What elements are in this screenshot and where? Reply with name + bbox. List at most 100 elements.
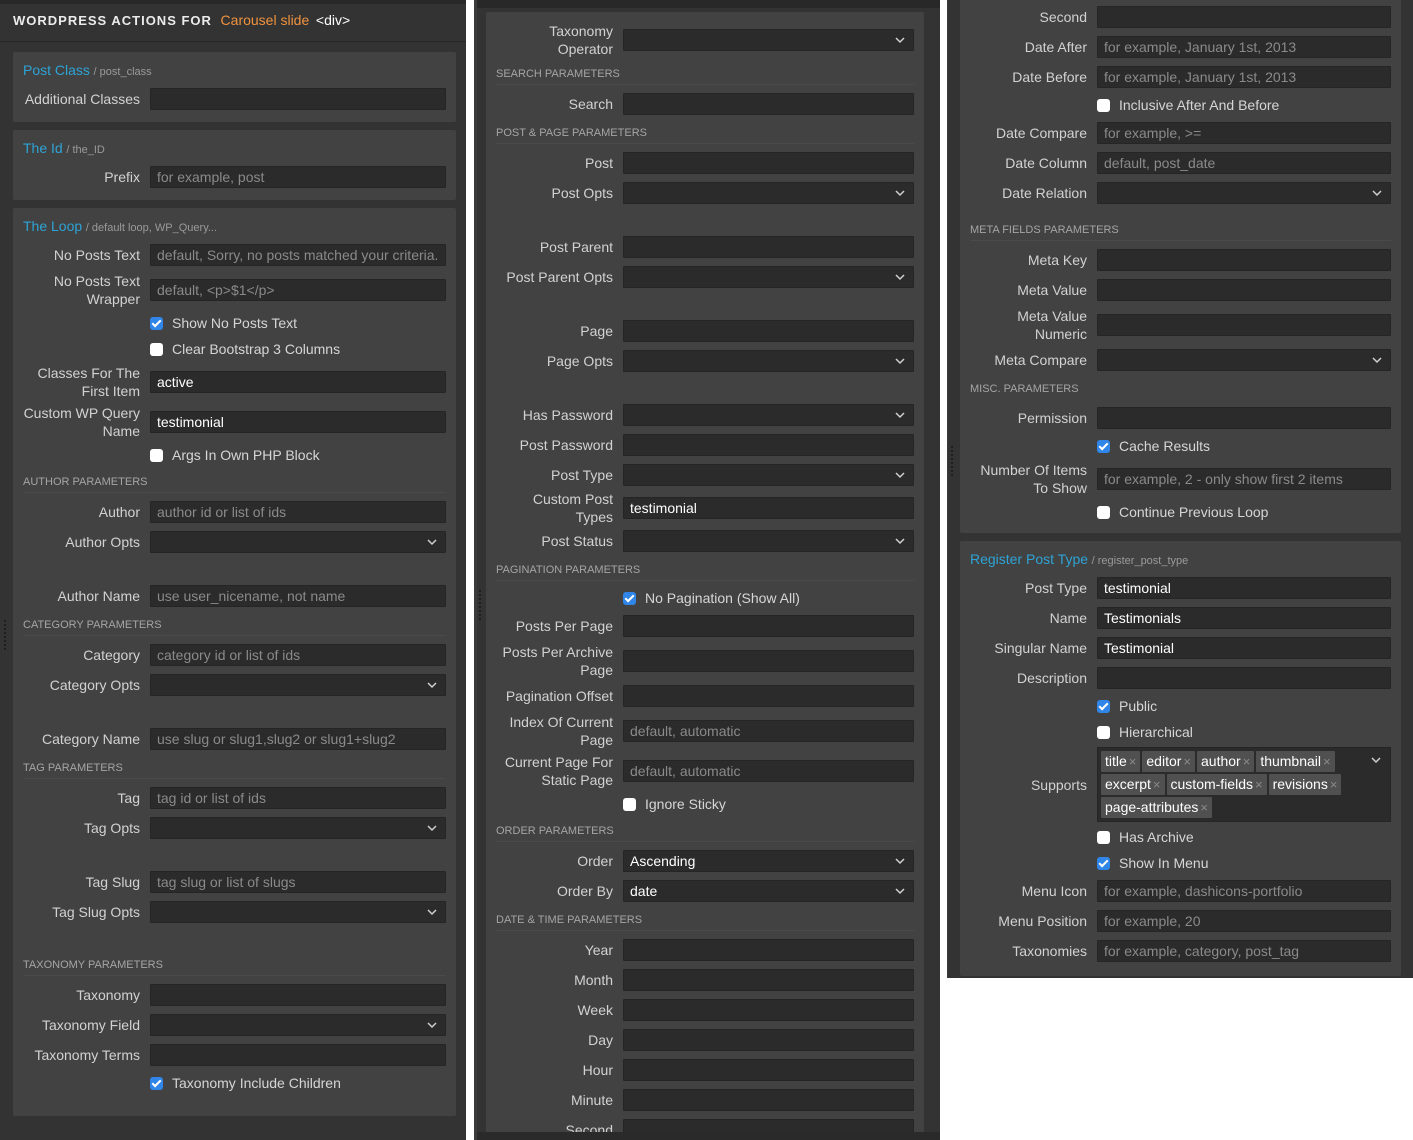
date-after-input[interactable]: for example, January 1st, 2013 (1097, 36, 1391, 58)
resize-handle[interactable] (951, 446, 954, 478)
inclusive-checkbox-row[interactable]: Inclusive After And Before (970, 92, 1391, 118)
order-by-select[interactable]: date (623, 880, 914, 902)
second-input[interactable] (1097, 6, 1391, 28)
permission-input[interactable] (1097, 407, 1391, 429)
continue-loop-checkbox[interactable] (1097, 505, 1110, 519)
week-input[interactable] (623, 999, 914, 1021)
post-opts-select[interactable] (623, 182, 914, 204)
args-own-php-checkbox[interactable] (150, 448, 163, 462)
taxonomy-children-checkbox[interactable] (150, 1076, 163, 1090)
author-name-input[interactable]: use user_nicename, not name (150, 585, 446, 607)
minute-input[interactable] (623, 1089, 914, 1111)
rpt-menu-icon-input[interactable]: for example, dashicons-portfolio (1097, 880, 1391, 902)
cache-results-checkbox-row[interactable]: Cache Results (970, 433, 1391, 459)
remove-tag-icon[interactable]: × (1129, 754, 1137, 769)
category-input[interactable]: category id or list of ids (150, 644, 446, 666)
date-compare-input[interactable]: for example, >= (1097, 122, 1391, 144)
meta-value-numeric-input[interactable] (1097, 314, 1391, 336)
post-input[interactable] (623, 152, 914, 174)
no-posts-wrapper-input[interactable]: default, <p>$1</p> (150, 279, 446, 301)
card-title[interactable]: Register Post Type (970, 551, 1088, 567)
taxonomy-operator-select[interactable] (623, 29, 914, 51)
posts-per-page-input[interactable] (623, 615, 914, 637)
taxonomy-children-checkbox-row[interactable]: Taxonomy Include Children (23, 1070, 446, 1096)
remove-tag-icon[interactable]: × (1255, 777, 1263, 792)
supports-tag[interactable]: custom-fields × (1166, 774, 1267, 795)
post-parent-input[interactable] (623, 236, 914, 258)
rpt-hierarchical-checkbox-row[interactable]: Hierarchical (970, 719, 1391, 745)
category-opts-select[interactable] (150, 674, 446, 696)
supports-tag[interactable]: revisions × (1268, 774, 1342, 795)
show-no-posts-checkbox[interactable] (150, 316, 163, 330)
rpt-show-in-menu-checkbox-row[interactable]: Show In Menu (970, 850, 1391, 876)
hour-input[interactable] (623, 1059, 914, 1081)
date-relation-select[interactable] (1097, 182, 1391, 204)
author-opts-select[interactable] (150, 531, 446, 553)
post-parent-opts-select[interactable] (623, 266, 914, 288)
year-input[interactable] (623, 939, 914, 961)
index-current-page-input[interactable]: default, automatic (623, 720, 914, 742)
remove-tag-icon[interactable]: × (1183, 754, 1191, 769)
day-input[interactable] (623, 1029, 914, 1051)
ignore-sticky-checkbox[interactable] (623, 797, 636, 811)
classes-first-input[interactable]: active (150, 371, 446, 393)
clear-bootstrap-checkbox[interactable] (150, 342, 163, 356)
supports-tag[interactable]: author × (1197, 751, 1255, 772)
continue-loop-checkbox-row[interactable]: Continue Previous Loop (970, 499, 1391, 525)
remove-tag-icon[interactable]: × (1243, 754, 1251, 769)
inclusive-checkbox[interactable] (1097, 98, 1110, 112)
post-type-select[interactable] (623, 464, 914, 486)
additional-classes-input[interactable] (150, 88, 446, 110)
supports-tag[interactable]: title × (1101, 751, 1141, 772)
rpt-description-input[interactable] (1097, 667, 1391, 689)
card-title[interactable]: The Loop (23, 218, 82, 234)
tag-slug-opts-select[interactable] (150, 901, 446, 923)
rpt-name-input[interactable]: Testimonials (1097, 607, 1391, 629)
custom-query-name-input[interactable]: testimonial (150, 411, 446, 433)
meta-key-input[interactable] (1097, 249, 1391, 271)
num-items-input[interactable]: for example, 2 - only show first 2 items (1097, 468, 1391, 490)
remove-tag-icon[interactable]: × (1153, 777, 1161, 792)
tag-opts-select[interactable] (150, 817, 446, 839)
meta-value-input[interactable] (1097, 279, 1391, 301)
supports-tag[interactable]: page-attributes × (1101, 797, 1212, 818)
order-select[interactable]: Ascending (623, 850, 914, 872)
supports-tag[interactable]: thumbnail × (1256, 751, 1335, 772)
tag-input[interactable]: tag id or list of ids (150, 787, 446, 809)
date-column-input[interactable]: default, post_date (1097, 152, 1391, 174)
card-title[interactable]: The Id (23, 140, 63, 156)
remove-tag-icon[interactable]: × (1200, 800, 1208, 815)
rpt-taxonomies-input[interactable]: for example, category, post_tag (1097, 940, 1391, 962)
resize-handle[interactable] (479, 590, 482, 622)
author-input[interactable]: author id or list of ids (150, 501, 446, 523)
tag-slug-input[interactable]: tag slug or list of slugs (150, 871, 446, 893)
post-password-input[interactable] (623, 434, 914, 456)
rpt-public-checkbox[interactable] (1097, 699, 1110, 713)
taxonomy-input[interactable] (150, 984, 446, 1006)
posts-per-archive-input[interactable] (623, 650, 914, 672)
rpt-menu-position-input[interactable]: for example, 20 (1097, 910, 1391, 932)
prefix-input[interactable]: for example, post (150, 166, 446, 188)
remove-tag-icon[interactable]: × (1330, 777, 1338, 792)
taxonomy-terms-input[interactable] (150, 1044, 446, 1066)
taxonomy-field-select[interactable] (150, 1014, 446, 1036)
month-input[interactable] (623, 969, 914, 991)
rpt-show-in-menu-checkbox[interactable] (1097, 856, 1110, 870)
cache-results-checkbox[interactable] (1097, 439, 1110, 453)
page-input[interactable] (623, 320, 914, 342)
no-pagination-checkbox-row[interactable]: No Pagination (Show All) (496, 585, 914, 611)
rpt-singular-name-input[interactable]: Testimonial (1097, 637, 1391, 659)
show-no-posts-checkbox-row[interactable]: Show No Posts Text (23, 310, 446, 336)
remove-tag-icon[interactable]: × (1323, 754, 1331, 769)
no-posts-text-input[interactable]: default, Sorry, no posts matched your cr… (150, 244, 446, 266)
clear-bootstrap-checkbox-row[interactable]: Clear Bootstrap 3 Columns (23, 336, 446, 362)
has-password-select[interactable] (623, 404, 914, 426)
rpt-public-checkbox-row[interactable]: Public (970, 693, 1391, 719)
current-page-static-input[interactable]: default, automatic (623, 760, 914, 782)
rpt-has-archive-checkbox[interactable] (1097, 830, 1110, 844)
args-own-php-checkbox-row[interactable]: Args In Own PHP Block (23, 442, 446, 468)
page-opts-select[interactable] (623, 350, 914, 372)
supports-tag[interactable]: editor × (1142, 751, 1196, 772)
custom-post-types-input[interactable]: testimonial (623, 497, 914, 519)
date-before-input[interactable]: for example, January 1st, 2013 (1097, 66, 1391, 88)
